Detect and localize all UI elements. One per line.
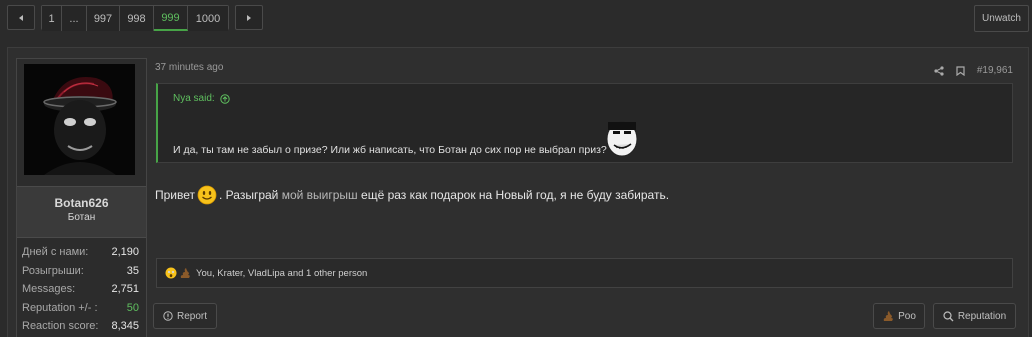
stat-label: Messages: xyxy=(22,283,76,295)
page-link-current[interactable]: 999 xyxy=(154,6,188,31)
troll-face-smiley-icon xyxy=(606,121,638,157)
stat-row-giveaways: Розыгрыши: 35 xyxy=(22,265,139,284)
reactions-users: You, Krater, VladLipa and 1 other person xyxy=(196,267,368,279)
avatar-image xyxy=(24,64,135,175)
post-actions: #19,961 xyxy=(934,65,1013,76)
poo-emoji-icon xyxy=(883,311,893,321)
quote-block: Nya said: И да, ты там не забыл о призе?… xyxy=(156,83,1013,163)
quote-author-label: Nya said: xyxy=(173,93,215,104)
bookmark-icon[interactable] xyxy=(956,65,965,76)
message-text: . Разыграй xyxy=(219,188,282,202)
page-link-997[interactable]: 997 xyxy=(87,6,120,31)
reputation-button-label: Reputation xyxy=(957,310,1007,322)
poo-button-label: Poo xyxy=(898,310,916,322)
stat-label: Дней с нами: xyxy=(22,246,89,258)
poo-emoji-icon xyxy=(180,268,190,278)
stat-row-reaction-score: Reaction score: 8,345 xyxy=(22,320,139,337)
previous-page-button[interactable] xyxy=(7,5,35,30)
pagination: 1 ... 997 998 999 1000 xyxy=(7,5,263,31)
user-stats: Дней с нами: 2,190 Розыгрыши: 35 Message… xyxy=(22,246,139,337)
share-icon[interactable] xyxy=(934,65,944,76)
page-number-group: 1 ... 997 998 999 1000 xyxy=(41,5,229,31)
shocked-emoji-icon xyxy=(165,267,177,279)
user-banner: Botan626 Ботан xyxy=(17,186,146,238)
post-timestamp[interactable]: 37 minutes ago xyxy=(155,62,223,73)
stat-value: 2,190 xyxy=(111,246,139,258)
next-page-button[interactable] xyxy=(235,5,263,30)
message-text: Привет xyxy=(155,188,196,202)
quote-text: И да, ты там не забыл о призе? Или жб на… xyxy=(173,144,607,156)
stat-label: Reputation +/- : xyxy=(22,301,98,314)
stat-value: 35 xyxy=(126,264,139,277)
page-link-998[interactable]: 998 xyxy=(120,6,154,31)
stat-row-days: Дней с нами: 2,190 xyxy=(22,246,139,265)
report-button-label: Report xyxy=(176,310,207,322)
report-button[interactable]: Report xyxy=(153,303,217,329)
arrow-up-circle-icon xyxy=(219,93,230,104)
post-message: Привет . Разыграй мой выигрыш ещё раз ка… xyxy=(155,185,669,205)
page-jump-ellipsis[interactable]: ... xyxy=(62,6,87,31)
user-info-panel: Botan626 Ботан Дней с нами: 2,190 Розыгр… xyxy=(16,58,147,337)
quote-author[interactable]: Nya said: xyxy=(173,93,230,104)
stat-value: 2,751 xyxy=(111,283,139,295)
search-icon xyxy=(943,310,954,321)
poo-reaction-button[interactable]: Poo xyxy=(873,303,925,329)
chevron-left-icon xyxy=(19,14,23,21)
reactions-bar[interactable]: You, Krater, VladLipa and 1 other person xyxy=(156,258,1013,288)
unwatch-button[interactable]: Unwatch xyxy=(974,5,1029,32)
message-text: ещё раз как подарок на Новый год, я не б… xyxy=(357,188,670,202)
post-number-link[interactable]: #19,961 xyxy=(977,65,1013,76)
username-link[interactable]: Botan626 xyxy=(17,196,146,210)
stat-label: Розыгрыши: xyxy=(22,264,84,277)
stat-label: Reaction score: xyxy=(22,320,99,332)
post-main: 37 minutes ago #19,961 Nya said: И да, т… xyxy=(153,48,1028,337)
page-link-1[interactable]: 1 xyxy=(42,6,62,31)
reputation-button[interactable]: Reputation xyxy=(933,303,1016,329)
stat-value: 8,345 xyxy=(111,320,139,332)
stat-row-messages: Messages: 2,751 xyxy=(22,283,139,302)
page-link-1000[interactable]: 1000 xyxy=(188,6,228,31)
post: Botan626 Ботан Дней с нами: 2,190 Розыгр… xyxy=(7,47,1029,337)
message-highlight-text: мой выигрыш xyxy=(281,188,358,202)
stat-row-reputation: Reputation +/- : 50 xyxy=(22,302,139,321)
smile-emoji-icon xyxy=(197,185,217,205)
report-icon xyxy=(163,311,173,321)
stat-value: 50 xyxy=(126,301,139,314)
chevron-right-icon xyxy=(247,14,251,21)
avatar[interactable] xyxy=(24,64,135,175)
user-title: Ботан xyxy=(67,212,96,223)
